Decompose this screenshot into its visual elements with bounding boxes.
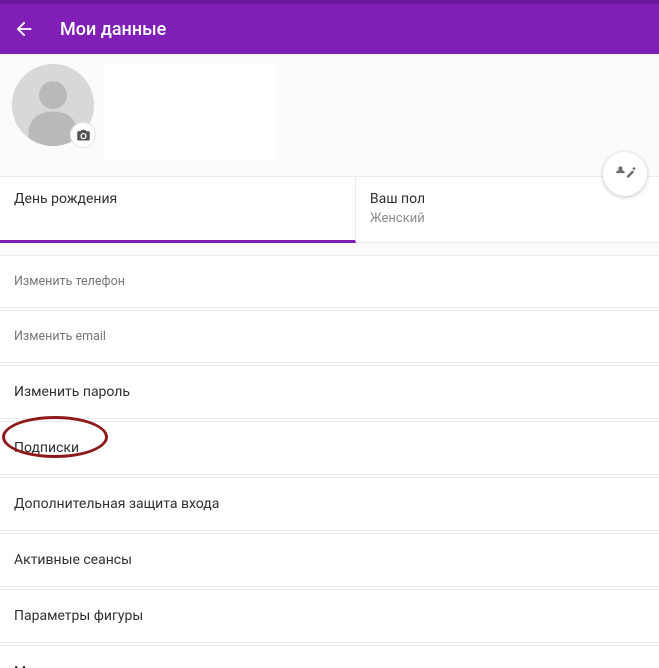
list-item-label: Параметры фигуры xyxy=(14,608,143,624)
list-item-change-password[interactable]: Изменить пароль xyxy=(0,365,659,419)
gender-value: Женский xyxy=(370,211,645,226)
edit-profile-button[interactable] xyxy=(603,152,647,196)
list-item-label: Изменить пароль xyxy=(14,384,130,400)
settings-list: Изменить телефон Изменить email Изменить… xyxy=(0,255,659,668)
list-item-my-requisites[interactable]: Мои реквизиты xyxy=(0,645,659,668)
list-item-figure-params[interactable]: Параметры фигуры xyxy=(0,589,659,643)
list-item-change-email[interactable]: Изменить email xyxy=(0,310,659,363)
birthday-label: День рождения xyxy=(14,191,341,207)
list-item-label: Изменить телефон xyxy=(14,274,125,289)
list-item-extra-security[interactable]: Дополнительная защита входа xyxy=(0,477,659,531)
birthday-cell[interactable]: День рождения xyxy=(0,177,356,243)
list-item-label: Мои реквизиты xyxy=(14,664,118,668)
app-root: Мои данные День рождения Ваш пол Женский… xyxy=(0,0,659,668)
list-item-label: Активные сеансы xyxy=(14,552,132,568)
camera-icon[interactable] xyxy=(70,122,96,148)
avatar-container[interactable] xyxy=(12,64,94,146)
app-header: Мои данные xyxy=(0,4,659,54)
header-title: Мои данные xyxy=(60,19,166,40)
list-item-subscriptions[interactable]: Подписки xyxy=(0,421,659,475)
profile-details-row: День рождения Ваш пол Женский xyxy=(0,176,659,243)
list-item-active-sessions[interactable]: Активные сеансы xyxy=(0,533,659,587)
list-item-label: Изменить email xyxy=(14,329,106,344)
list-item-label: Дополнительная защита входа xyxy=(14,496,219,512)
back-arrow-icon[interactable] xyxy=(12,17,36,41)
profile-name-box xyxy=(104,64,276,160)
list-item-label: Подписки xyxy=(14,440,79,456)
list-item-change-phone[interactable]: Изменить телефон xyxy=(0,255,659,308)
gender-label: Ваш пол xyxy=(370,191,645,207)
profile-area xyxy=(0,54,659,176)
